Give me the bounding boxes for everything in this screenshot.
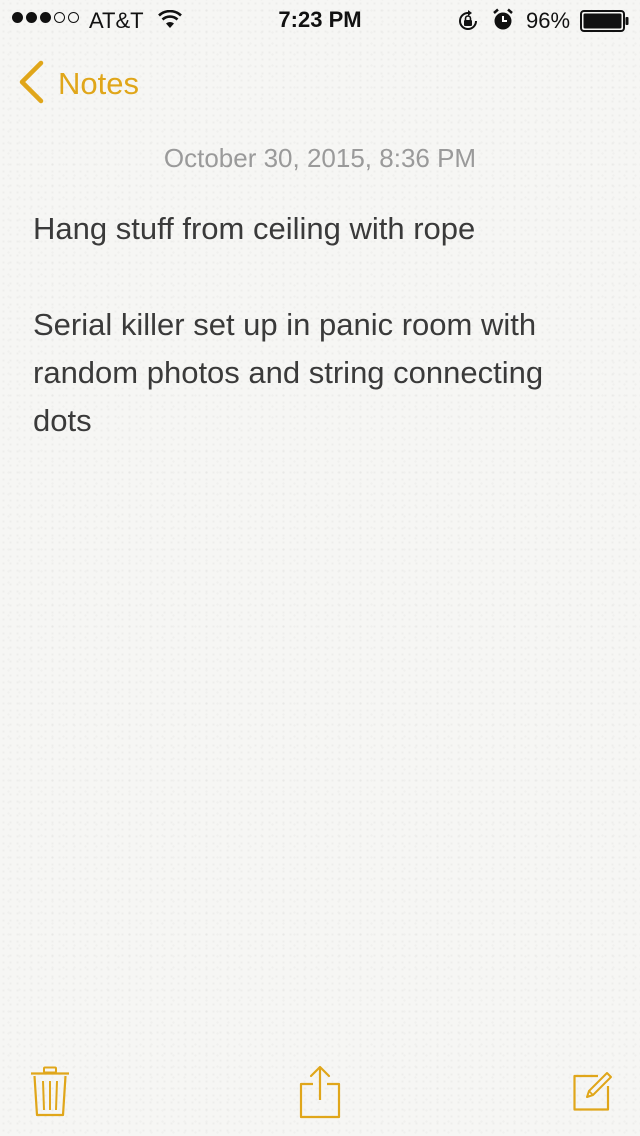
share-button[interactable] xyxy=(298,1064,342,1125)
note-body[interactable]: Hang stuff from ceiling with rope Serial… xyxy=(33,205,623,445)
note-line[interactable]: Hang stuff from ceiling with rope xyxy=(33,205,623,253)
alarm-icon xyxy=(492,8,514,38)
status-bar: AT&T 7:23 PM 96% xyxy=(0,0,640,40)
compose-icon xyxy=(572,1072,614,1116)
battery-percent: 96% xyxy=(526,8,571,33)
note-line[interactable]: random photos and string connecting xyxy=(33,349,623,397)
chevron-left-icon xyxy=(18,60,44,109)
compose-button[interactable] xyxy=(572,1070,614,1117)
delete-button[interactable] xyxy=(30,1066,70,1123)
back-button-label: Notes xyxy=(58,66,139,101)
share-icon xyxy=(298,1065,342,1124)
note-line[interactable]: dots xyxy=(33,397,623,445)
rotation-lock-icon xyxy=(456,9,480,39)
back-button[interactable]: Notes xyxy=(18,60,139,108)
trash-icon xyxy=(30,1066,70,1122)
note-blank-line xyxy=(33,253,623,301)
battery-icon xyxy=(580,10,630,38)
note-line[interactable]: Serial killer set up in panic room with xyxy=(33,301,623,349)
note-date: October 30, 2015, 8:36 PM xyxy=(163,143,477,173)
